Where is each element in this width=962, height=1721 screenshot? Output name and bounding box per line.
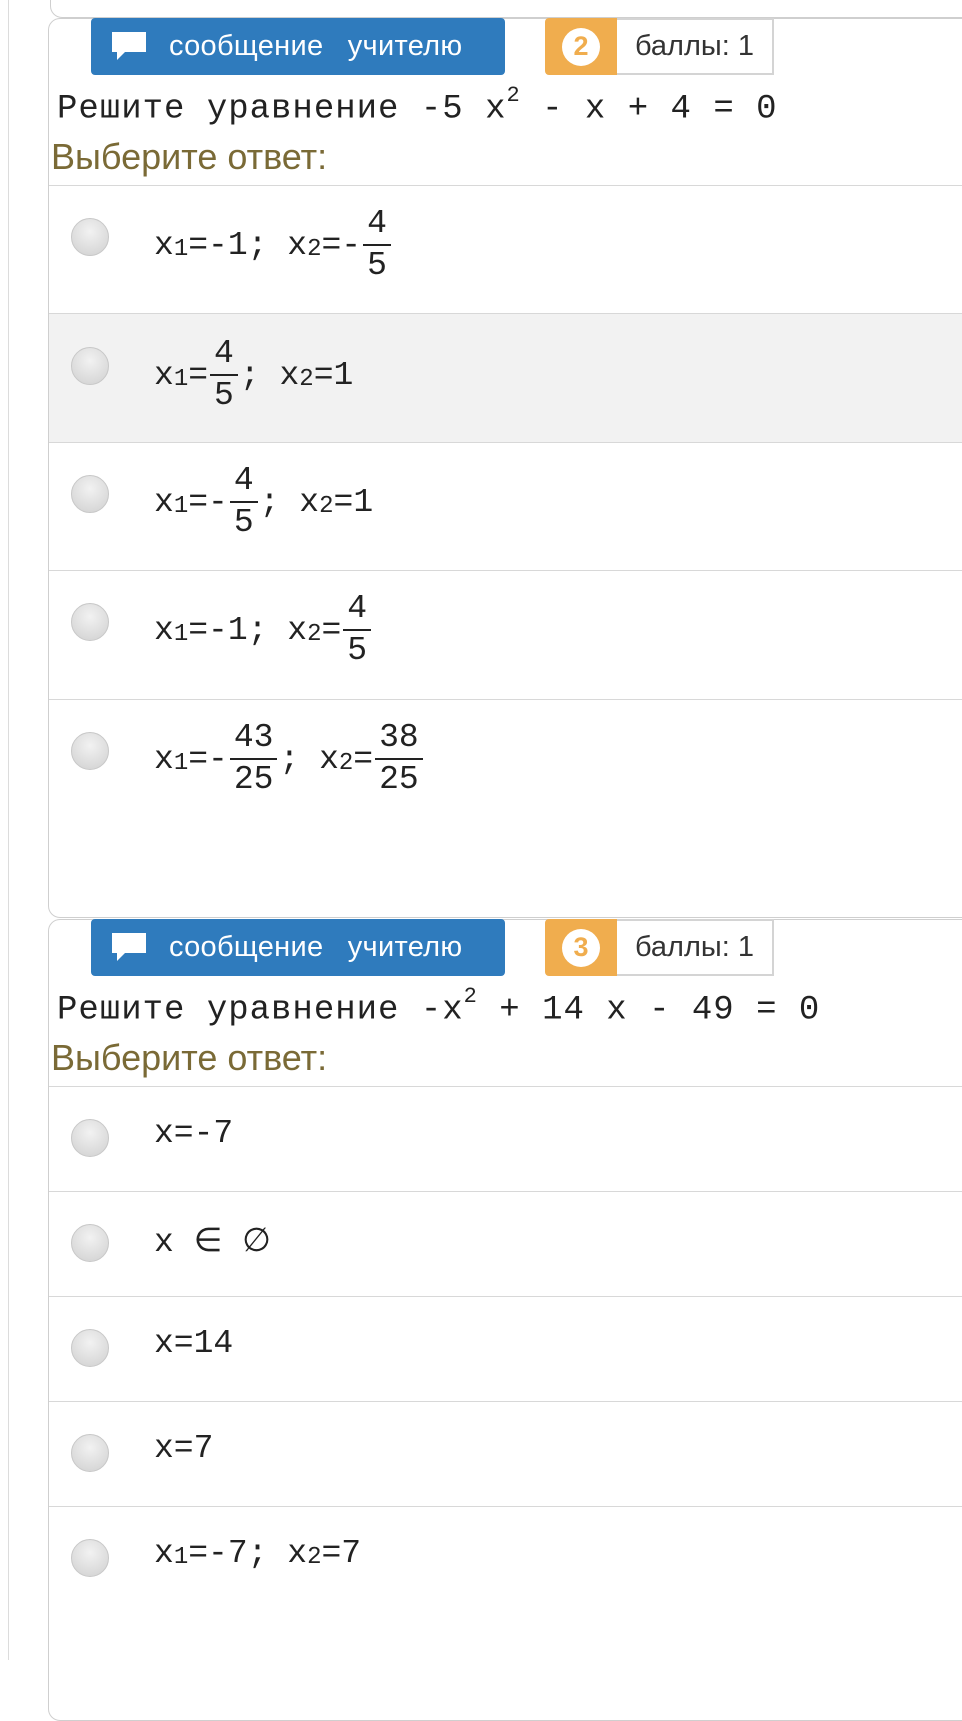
- answer-options: x 1 = -1; x 2 = - 45 x 1 = 45 ; x 2 = 1 x 1 = - 45 ; x…: [49, 185, 962, 869]
- radio-button[interactable]: [71, 1329, 109, 1367]
- speech-bubble-icon: [109, 930, 149, 966]
- points-label: баллы: 1: [617, 18, 774, 75]
- answer-formula: x 1 = -1; x 2 = - 45: [154, 204, 393, 286]
- answer-options: x=-7 x ∈ ∅ x=14 x=7 x 1 = -7; x 2 = 7: [49, 1086, 962, 1626]
- radio-button[interactable]: [71, 1119, 109, 1157]
- radio-button[interactable]: [71, 603, 109, 641]
- radio-button[interactable]: [71, 475, 109, 513]
- answer-option[interactable]: x ∈ ∅: [49, 1191, 962, 1296]
- question-card-3: сообщение учителю 3 баллы: 1 Решите урав…: [48, 919, 962, 1721]
- radio-button[interactable]: [71, 1224, 109, 1262]
- radio-button[interactable]: [71, 347, 109, 385]
- question-number: 3: [562, 928, 600, 967]
- answer-option[interactable]: x 1 = -7; x 2 = 7: [49, 1506, 962, 1626]
- speech-bubble-icon: [109, 29, 149, 65]
- answer-option[interactable]: x=-7: [49, 1086, 962, 1191]
- answer-option[interactable]: x 1 = - 45 ; x 2 = 1: [49, 442, 962, 570]
- answer-formula: x=-7: [154, 1115, 234, 1152]
- answer-formula: x 1 = - 45 ; x 2 = 1: [154, 462, 374, 541]
- answer-option[interactable]: x=14: [49, 1296, 962, 1401]
- question-text: Решите уравнение -5 x2 - x + 4 = 0: [57, 83, 778, 129]
- answer-formula: x=7: [154, 1430, 214, 1467]
- message-teacher-label: сообщение учителю: [169, 931, 463, 963]
- question-card-2: сообщение учителю 2 баллы: 1 Решите урав…: [48, 18, 962, 918]
- previous-question-card: [50, 0, 962, 18]
- answer-formula: x=14: [154, 1325, 234, 1362]
- choose-answer-prompt: Выберите ответ:: [51, 136, 328, 177]
- answer-formula: x 1 = -7; x 2 = 7: [154, 1535, 362, 1572]
- radio-button[interactable]: [71, 1434, 109, 1472]
- answer-option[interactable]: x 1 = - 43 25 ; x 2 = 38 25: [49, 699, 962, 869]
- answer-formula: x 1 = 45 ; x 2 = 1: [154, 335, 354, 414]
- message-teacher-button[interactable]: сообщение учителю: [91, 919, 505, 976]
- choose-answer-prompt: Выберите ответ:: [51, 1037, 328, 1078]
- answer-formula: x 1 = - 43 25 ; x 2 = 38 25: [154, 718, 425, 800]
- question-number-badge: 2: [545, 18, 617, 75]
- question-text: Решите уравнение -x2 + 14 x - 49 = 0: [57, 984, 821, 1030]
- answer-option[interactable]: x=7: [49, 1401, 962, 1506]
- radio-button[interactable]: [71, 732, 109, 770]
- points-label: баллы: 1: [617, 919, 774, 976]
- question-number-badge: 3: [545, 919, 617, 976]
- answer-option[interactable]: x 1 = -1; x 2 = 45: [49, 570, 962, 699]
- answer-formula: x ∈ ∅: [154, 1224, 271, 1261]
- answer-formula: x 1 = -1; x 2 = 45: [154, 589, 373, 671]
- answer-option[interactable]: x 1 = -1; x 2 = - 45: [49, 185, 962, 313]
- question-number: 2: [562, 27, 600, 66]
- radio-button[interactable]: [71, 1539, 109, 1577]
- message-teacher-label: сообщение учителю: [169, 30, 463, 62]
- radio-button[interactable]: [71, 218, 109, 256]
- message-teacher-button[interactable]: сообщение учителю: [91, 18, 505, 75]
- left-border-line: [8, 0, 9, 1660]
- answer-option[interactable]: x 1 = 45 ; x 2 = 1: [49, 313, 962, 442]
